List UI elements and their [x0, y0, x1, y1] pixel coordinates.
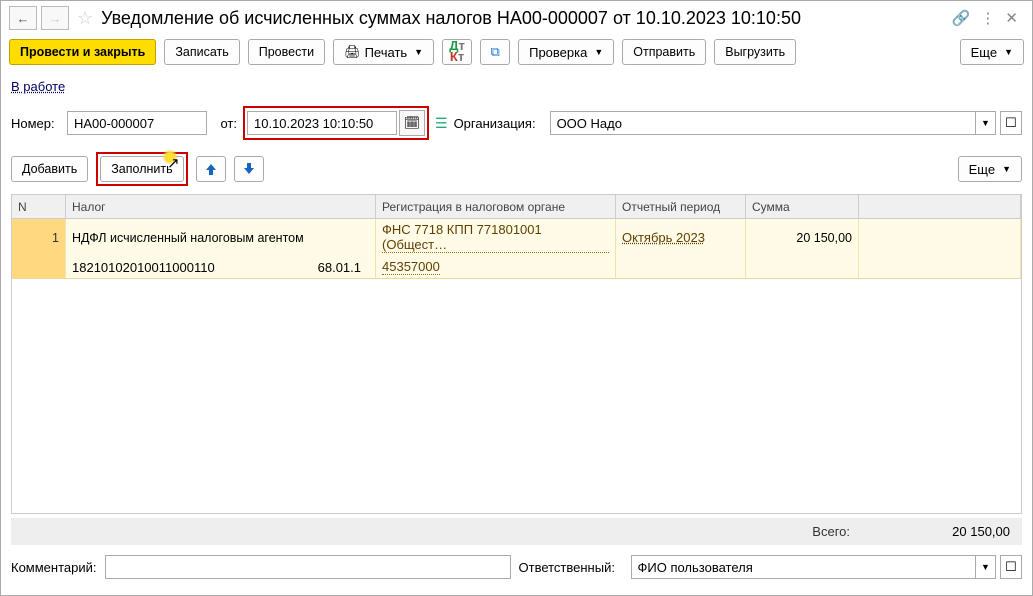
cell-period: Октябрь 2023: [616, 219, 746, 256]
table-row-sub[interactable]: 18210102010011000110 68.01.1 45357000: [12, 256, 1021, 279]
print-button[interactable]: 🖨 Печать ▼: [333, 39, 434, 65]
cell-oktmo: 45357000: [376, 256, 616, 278]
col-header-tax[interactable]: Налог: [66, 195, 376, 219]
calendar-button[interactable]: 🗓: [399, 110, 425, 136]
chevron-down-icon: ▼: [414, 47, 423, 57]
organization-input[interactable]: [550, 111, 976, 135]
nav-forward-button[interactable]: →: [41, 6, 69, 30]
chevron-down-icon: ▼: [594, 47, 603, 57]
page-title: Уведомление об исчисленных суммах налого…: [101, 8, 948, 29]
nav-back-button[interactable]: ←: [9, 6, 37, 30]
arrow-down-icon: [242, 162, 256, 176]
organization-open-button[interactable]: ☐: [1000, 111, 1022, 135]
comment-input[interactable]: [105, 555, 511, 579]
total-label: Всего:: [812, 524, 850, 539]
favorite-star-icon[interactable]: ☆: [77, 8, 93, 29]
total-value: 20 150,00: [910, 524, 1010, 539]
col-header-reg[interactable]: Регистрация в налоговом органе: [376, 195, 616, 219]
cell-tax: НДФЛ исчисленный налоговым агентом: [66, 219, 376, 256]
chevron-down-icon: ▼: [1002, 164, 1011, 174]
arrow-up-icon: [204, 162, 218, 176]
related-button[interactable]: ⧉: [480, 39, 510, 65]
organization-dropdown-button[interactable]: ▼: [976, 111, 996, 135]
grid-header: N Налог Регистрация в налоговом органе О…: [12, 195, 1021, 219]
post-button[interactable]: Провести: [248, 39, 325, 65]
stage-link[interactable]: В работе: [11, 79, 65, 94]
send-button[interactable]: Отправить: [622, 39, 706, 65]
col-header-n[interactable]: N: [12, 195, 66, 219]
cell-n-sub: [12, 256, 66, 278]
date-label: от:: [213, 116, 237, 131]
date-input[interactable]: [247, 111, 397, 135]
export-button[interactable]: Выгрузить: [714, 39, 796, 65]
date-highlight-frame: 🗓: [243, 106, 429, 140]
sub-more-button[interactable]: Еще ▼: [958, 156, 1022, 182]
move-up-button[interactable]: [196, 156, 226, 182]
comment-label: Комментарий:: [11, 560, 97, 575]
cell-n: 1: [12, 219, 66, 256]
col-header-last: [859, 195, 1021, 219]
responsible-input[interactable]: [631, 555, 977, 579]
number-label: Номер:: [11, 116, 61, 131]
tax-grid: N Налог Регистрация в налоговом органе О…: [11, 194, 1022, 514]
check-button[interactable]: Проверка ▼: [518, 39, 614, 65]
org-label: Организация:: [454, 116, 544, 131]
col-header-sum[interactable]: Сумма: [746, 195, 859, 219]
add-row-button[interactable]: Добавить: [11, 156, 88, 182]
fill-button[interactable]: Заполнить: [100, 156, 183, 182]
responsible-label: Ответственный:: [519, 560, 623, 575]
post-and-close-button[interactable]: Провести и закрыть: [9, 39, 156, 65]
calendar-icon: 🗓: [404, 115, 421, 131]
cell-sum: 20 150,00: [746, 219, 859, 256]
number-input[interactable]: [67, 111, 207, 135]
table-row[interactable]: 1 НДФЛ исчисленный налоговым агентом ФНС…: [12, 219, 1021, 256]
cell-kbk: 18210102010011000110 68.01.1: [66, 256, 376, 278]
link-icon[interactable]: 🔗: [952, 9, 971, 27]
dtkt-button[interactable]: ДтКт: [442, 39, 472, 65]
printer-icon: 🖨: [344, 44, 361, 60]
total-bar: Всего: 20 150,00: [11, 518, 1022, 545]
chevron-down-icon: ▼: [1004, 47, 1013, 57]
write-button[interactable]: Записать: [164, 39, 239, 65]
fill-highlight-frame: Заполнить: [96, 152, 187, 186]
close-icon[interactable]: ✕: [1005, 9, 1018, 27]
dtkt-icon: ДтКт: [449, 41, 465, 63]
move-down-button[interactable]: [234, 156, 264, 182]
responsible-dropdown-button[interactable]: ▼: [976, 555, 996, 579]
cell-reg: ФНС 7718 КПП 771801001 (Общест…: [376, 219, 616, 256]
responsible-open-button[interactable]: ☐: [1000, 555, 1022, 579]
col-header-period[interactable]: Отчетный период: [616, 195, 746, 219]
list-icon[interactable]: ☰: [435, 115, 448, 132]
related-icon: ⧉: [490, 44, 499, 60]
more-vert-icon[interactable]: ⋮: [980, 9, 995, 27]
more-button[interactable]: Еще ▼: [960, 39, 1024, 65]
